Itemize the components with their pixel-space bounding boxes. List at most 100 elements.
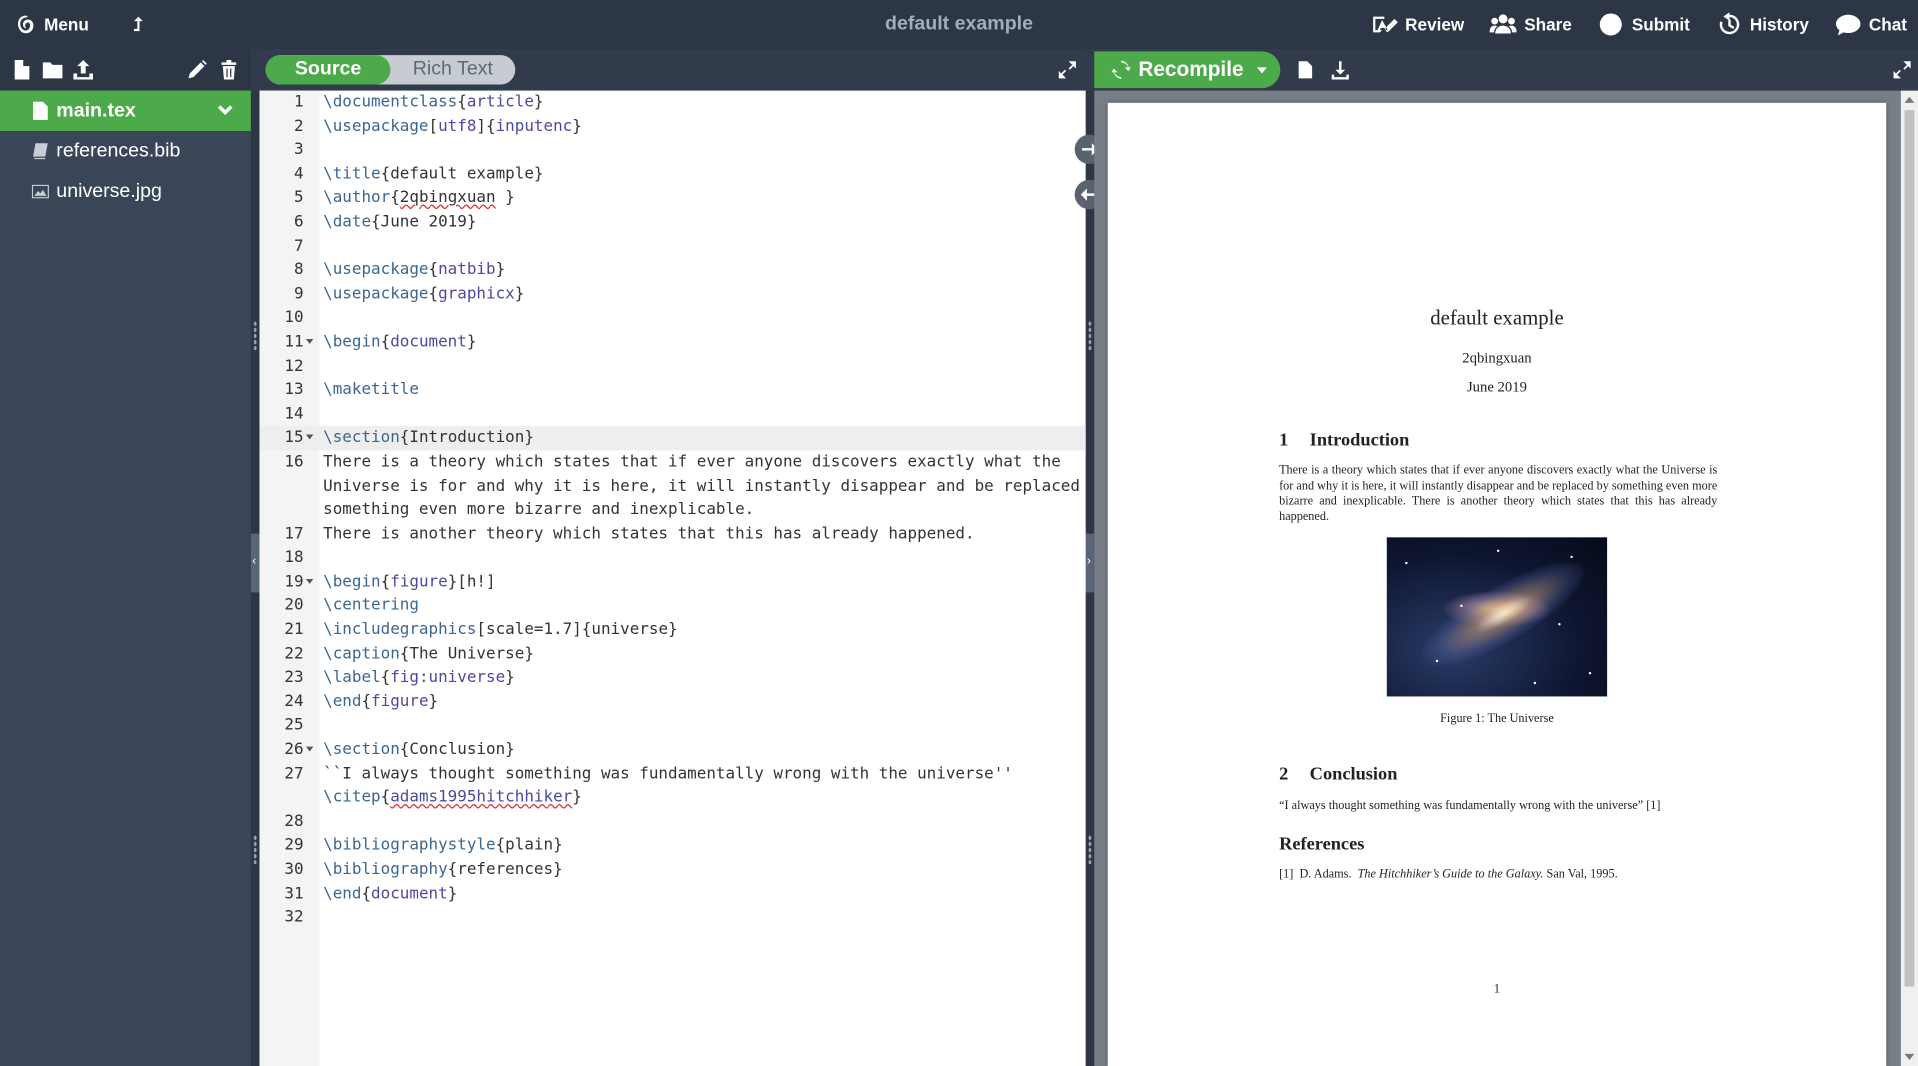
code-line: 4 \title{default example} (293, 164, 544, 184)
code-line: 6 \date{June 2019} (293, 212, 477, 232)
pdf-viewer[interactable]: default example 2qbingxuan June 2019 1 In… (1094, 90, 1918, 1066)
chat-bubble-icon (1835, 12, 1862, 36)
source-mode-button[interactable]: Source (265, 55, 391, 85)
pdf-date: June 2019 (1466, 378, 1527, 396)
history-label: History (1749, 14, 1809, 35)
overleaf-logo-icon (15, 13, 37, 35)
code-line: 28 (284, 812, 304, 831)
scrollbar-thumb[interactable] (1904, 110, 1915, 987)
splitter-grip (253, 320, 258, 351)
view-logs-icon[interactable] (1295, 60, 1315, 80)
history-button[interactable]: History (1701, 0, 1820, 49)
pdf-references-heading: References (1279, 834, 1365, 855)
code-editor[interactable]: 1 \documentclass{article} 2 \usepackage[ut… (259, 90, 1086, 1066)
up-level-button[interactable] (104, 0, 165, 49)
scroll-up-arrow-icon[interactable] (1904, 96, 1915, 103)
history-icon (1716, 12, 1743, 36)
collapse-pdf-tab[interactable]: › (1085, 533, 1095, 593)
rich-text-mode-button[interactable]: Rich Text (390, 55, 515, 84)
submit-button[interactable]: Submit (1583, 0, 1701, 49)
top-bar: Menu default example Review Share Submit… (0, 0, 1918, 49)
pdf-title: default example (1430, 306, 1564, 330)
editor-mode-toggle: Source Rich Text (265, 55, 516, 85)
code-line: 23 \label{fig:universe} (284, 668, 515, 687)
toolbar-row: Source Rich Text Recompile (0, 48, 1918, 91)
menu-button[interactable]: Menu (0, 0, 104, 49)
splitter-grip (1088, 320, 1092, 351)
pdf-scrollbar[interactable] (1900, 90, 1918, 1066)
code-line: 18 (284, 548, 304, 568)
delete-trash-icon[interactable] (218, 59, 240, 81)
file-name: main.tex (56, 99, 136, 121)
download-pdf-icon[interactable] (1330, 60, 1350, 80)
file-item-references-bib[interactable]: references.bib (0, 131, 251, 171)
code-line: 32 (284, 908, 304, 927)
code-line: 10 (284, 308, 304, 328)
splitter-grip (1088, 834, 1092, 865)
code-line: 14 (284, 404, 304, 424)
code-line: 30 \bibliography{references} (284, 860, 563, 879)
universe-figure-image (1386, 537, 1608, 697)
code-line: 16 There is a theory which states that if… (284, 452, 1061, 472)
fold-caret-icon[interactable] (306, 338, 314, 344)
scroll-down-arrow-icon[interactable] (1904, 1053, 1915, 1060)
code-line: 20 \centering (284, 596, 419, 616)
editor-toolbar: Source Rich Text (259, 48, 1086, 91)
pdf-figure-caption: Figure 1: The Universe (1440, 712, 1554, 726)
left-splitter[interactable]: ‹ (250, 90, 260, 1066)
chat-label: Chat (1868, 14, 1907, 35)
file-name: references.bib (56, 140, 181, 161)
review-label: Review (1405, 14, 1465, 35)
code-line: 2 \usepackage[utf8]{inputenc} (293, 117, 582, 136)
code-line-wrap: \citep{adams1995hitchhiker} (323, 788, 582, 807)
upload-icon[interactable] (72, 59, 94, 81)
share-button[interactable]: Share (1475, 0, 1583, 49)
code-line: 19 \begin{figure}[h!] (284, 572, 496, 592)
fold-caret-icon[interactable] (306, 578, 314, 584)
file-tree: main.tex references.bib universe.jpg (0, 90, 251, 1066)
code-line: 13 \maketitle (284, 380, 419, 400)
fold-caret-icon[interactable] (306, 746, 314, 752)
share-label: Share (1524, 14, 1572, 35)
code-line: 17 There is another theory which states t… (284, 524, 975, 544)
pdf-section-body: “I always thought something was fundamen… (1279, 799, 1661, 813)
code-line: 27 ``I always thought something was funda… (284, 764, 1013, 783)
code-line: 25 (284, 716, 304, 735)
file-name: universe.jpg (56, 180, 162, 202)
file-tree-toolbar (0, 48, 251, 91)
chevron-down-icon[interactable] (217, 103, 234, 120)
code-lines: 1 \documentclass{article} 2 \usepackage[ut… (259, 91, 1086, 930)
recompile-label: Recompile (1138, 57, 1244, 81)
globe-icon (1598, 12, 1625, 36)
code-line: 26 \section{Conclusion} (284, 740, 515, 759)
image-icon (31, 182, 49, 200)
code-line-wrap: something even more bizarre and inexplic… (323, 500, 755, 520)
users-icon (1489, 12, 1517, 36)
code-line: 12 (284, 356, 304, 376)
file-item-main-tex[interactable]: main.tex (0, 90, 251, 131)
code-line: 5 \author{2qbingxuan } (293, 188, 515, 208)
chat-button[interactable]: Chat (1820, 0, 1918, 49)
recompile-options-caret-icon[interactable] (1248, 51, 1275, 88)
collapse-filetree-tab[interactable]: ‹ (250, 533, 260, 593)
code-line: 3 (293, 140, 304, 160)
recompile-button[interactable]: Recompile (1094, 51, 1281, 89)
new-file-icon[interactable] (11, 59, 33, 81)
rename-pencil-icon[interactable] (186, 59, 208, 81)
code-line-wrap: Universe is for and why it is here, it w… (323, 476, 1086, 496)
pdf-page: default example 2qbingxuan June 2019 1 In… (1107, 102, 1887, 1066)
code-line: 29 \bibliographystyle{plain} (284, 836, 563, 855)
code-line: 11 \begin{document} (284, 332, 477, 352)
right-splitter[interactable]: › (1085, 90, 1095, 1066)
pdf-section-heading: 2 Conclusion (1279, 765, 1398, 785)
expand-pdf-icon[interactable] (1892, 60, 1912, 80)
new-folder-icon[interactable] (42, 59, 64, 81)
code-line: 22 \caption{The Universe} (284, 644, 534, 663)
code-line-current: 15 \section{Introduction} (259, 426, 1086, 451)
expand-editor-icon[interactable] (1058, 60, 1078, 80)
fold-caret-icon[interactable] (306, 434, 314, 440)
review-button[interactable]: Review (1356, 0, 1475, 49)
code-line: 9 \usepackage{graphicx} (293, 284, 525, 304)
file-icon (32, 101, 49, 120)
file-item-universe-jpg[interactable]: universe.jpg (0, 171, 251, 211)
